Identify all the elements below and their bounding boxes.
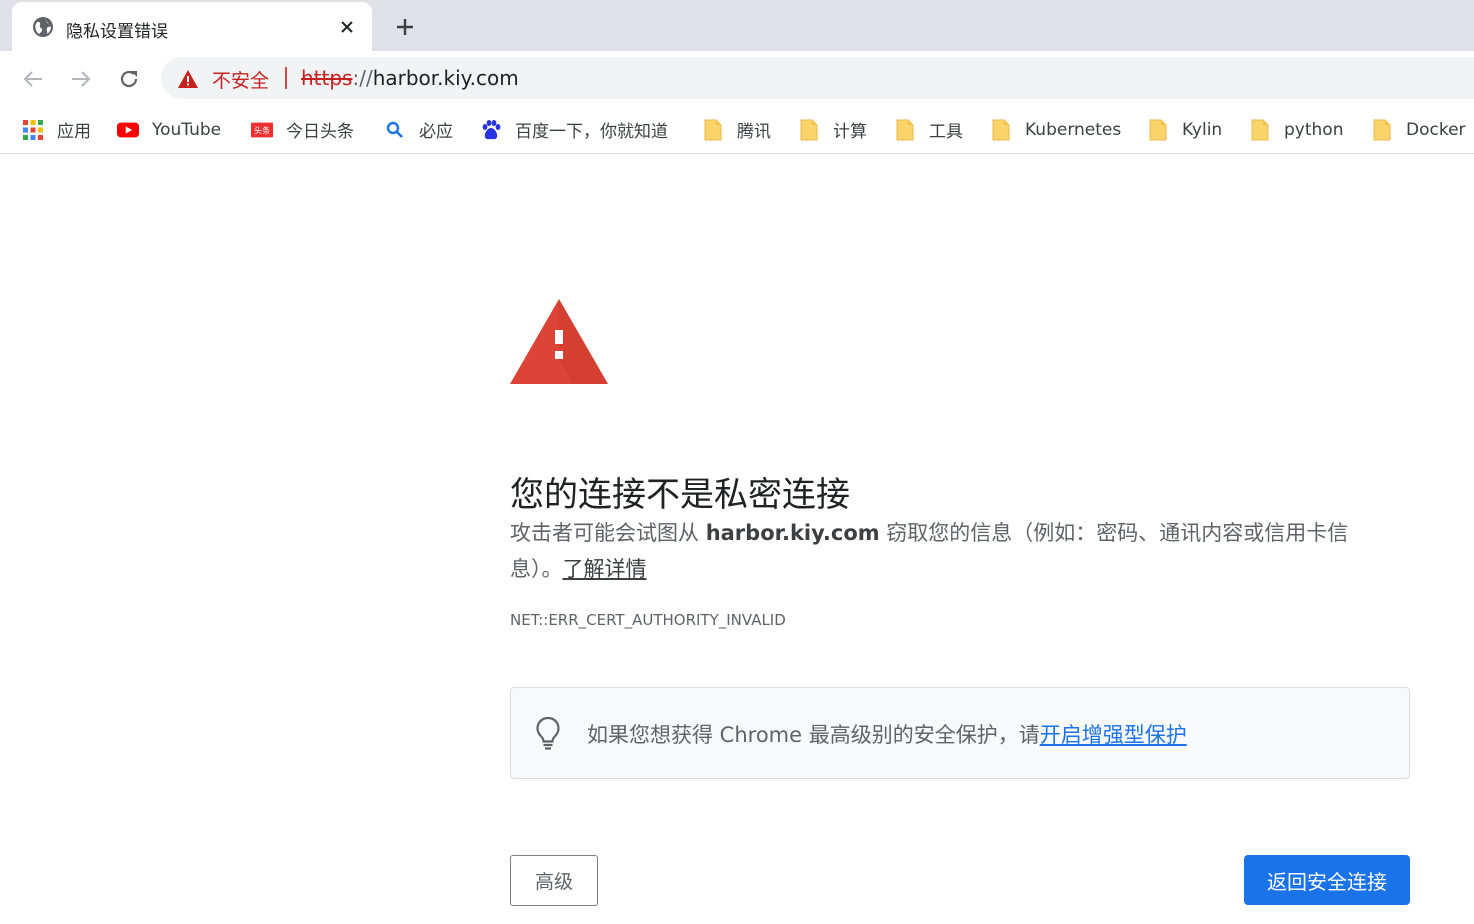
globe-icon bbox=[32, 16, 54, 38]
arrow-left-icon[interactable] bbox=[17, 63, 49, 95]
description-text: 攻击者可能会试图从 bbox=[510, 521, 706, 545]
bookmark-folder-tools[interactable]: 工具 bbox=[894, 106, 963, 153]
advanced-button[interactable]: 高级 bbox=[510, 855, 598, 906]
bookmarks-bar: 应用 YouTube 头条 今日头条 必应 百度一下，你就知道 腾讯 计算 工具… bbox=[0, 106, 1474, 154]
learn-more-link[interactable]: 了解详情 bbox=[563, 557, 647, 581]
folder-icon bbox=[1249, 119, 1271, 141]
reload-icon[interactable] bbox=[113, 63, 145, 95]
bookmark-label: 应用 bbox=[57, 122, 91, 142]
bookmark-label: 必应 bbox=[419, 122, 453, 142]
bookmark-folder-compute[interactable]: 计算 bbox=[798, 106, 867, 153]
main-heading: 您的连接不是私密连接 bbox=[510, 474, 850, 515]
bookmark-folder-tencent[interactable]: 腾讯 bbox=[702, 106, 771, 153]
youtube-icon bbox=[117, 119, 139, 141]
folder-icon bbox=[798, 119, 820, 141]
lightbulb-icon bbox=[535, 716, 561, 750]
folder-icon bbox=[894, 119, 916, 141]
error-code: NET::ERR_CERT_AUTHORITY_INVALID bbox=[510, 611, 786, 629]
bookmark-label: python bbox=[1284, 119, 1344, 140]
error-description: 攻击者可能会试图从 harbor.kiy.com 窃取您的信息（例如：密码、通讯… bbox=[510, 515, 1390, 587]
address-bar[interactable]: 不安全 https://harbor.kiy.com bbox=[161, 57, 1474, 99]
url-separator: :// bbox=[352, 66, 373, 90]
enhanced-protection-link[interactable]: 开启增强型保护 bbox=[1040, 723, 1187, 747]
enhanced-protection-box: 如果您想获得 Chrome 最高级别的安全保护，请开启增强型保护 bbox=[510, 687, 1410, 779]
svg-text:头条: 头条 bbox=[254, 125, 271, 135]
warning-icon[interactable] bbox=[177, 69, 199, 89]
toolbar: 不安全 https://harbor.kiy.com bbox=[0, 51, 1474, 106]
bookmark-label: 今日头条 bbox=[286, 122, 354, 142]
bookmark-youtube[interactable]: YouTube bbox=[117, 106, 221, 153]
bookmark-bing[interactable]: 必应 bbox=[384, 106, 453, 153]
enhanced-text: 如果您想获得 Chrome 最高级别的安全保护，请 bbox=[587, 723, 1040, 747]
bookmark-label: YouTube bbox=[152, 119, 222, 140]
plus-icon[interactable] bbox=[390, 12, 420, 42]
close-icon[interactable] bbox=[334, 14, 360, 40]
bookmark-toutiao[interactable]: 头条 今日头条 bbox=[251, 106, 354, 153]
toutiao-icon: 头条 bbox=[251, 119, 273, 141]
tab-strip: 隐私设置错误 bbox=[0, 0, 1474, 51]
bookmark-apps[interactable]: 应用 bbox=[22, 106, 91, 153]
bookmark-label: 百度一下，你就知道 bbox=[515, 122, 668, 142]
active-tab[interactable]: 隐私设置错误 bbox=[12, 2, 372, 51]
folder-icon bbox=[1147, 119, 1169, 141]
url-scheme: https bbox=[301, 66, 353, 90]
arrow-right-icon[interactable] bbox=[65, 63, 97, 95]
baidu-paw-icon bbox=[480, 119, 502, 141]
bookmark-folder-docker[interactable]: Docker bbox=[1371, 106, 1466, 153]
folder-icon bbox=[702, 119, 724, 141]
folder-icon bbox=[990, 119, 1012, 141]
not-secure-label[interactable]: 不安全 bbox=[212, 66, 269, 93]
apps-grid-icon bbox=[22, 119, 44, 141]
bookmark-label: Kylin bbox=[1182, 119, 1223, 140]
danger-triangle-icon bbox=[509, 298, 609, 386]
bookmark-label: Kubernetes bbox=[1025, 119, 1122, 140]
bookmark-label: 腾讯 bbox=[737, 122, 771, 142]
bookmark-baidu[interactable]: 百度一下，你就知道 bbox=[480, 106, 668, 153]
bookmark-label: 工具 bbox=[929, 122, 963, 142]
tab-title: 隐私设置错误 bbox=[66, 22, 168, 42]
bookmark-label: Docker bbox=[1406, 119, 1466, 140]
divider bbox=[285, 67, 287, 89]
bookmark-label: 计算 bbox=[833, 122, 867, 142]
url-text[interactable]: https://harbor.kiy.com bbox=[301, 66, 519, 90]
bookmark-folder-python[interactable]: python bbox=[1249, 106, 1343, 153]
bookmark-folder-kylin[interactable]: Kylin bbox=[1147, 106, 1222, 153]
bing-search-icon bbox=[384, 119, 406, 141]
back-to-safety-button[interactable]: 返回安全连接 bbox=[1244, 855, 1410, 905]
folder-icon bbox=[1371, 119, 1393, 141]
description-host: harbor.kiy.com bbox=[705, 521, 880, 545]
bookmark-folder-kubernetes[interactable]: Kubernetes bbox=[990, 106, 1121, 153]
url-host: harbor.kiy.com bbox=[372, 66, 519, 90]
enhanced-protection-text: 如果您想获得 Chrome 最高级别的安全保护，请开启增强型保护 bbox=[587, 719, 1187, 749]
